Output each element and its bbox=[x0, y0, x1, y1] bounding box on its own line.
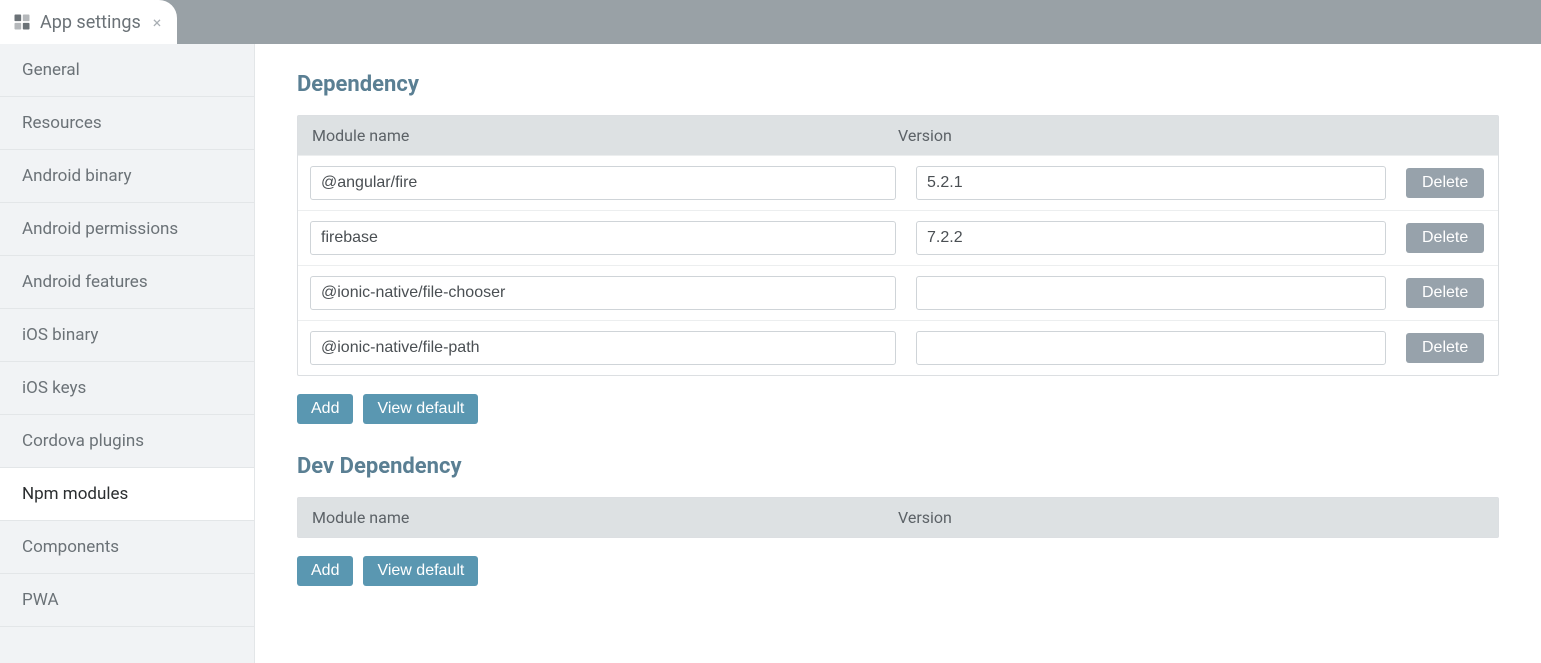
close-icon[interactable]: × bbox=[153, 13, 162, 32]
add-button[interactable]: Add bbox=[297, 394, 353, 424]
sidebar: GeneralResourcesAndroid binaryAndroid pe… bbox=[0, 44, 255, 663]
module-version-input[interactable] bbox=[916, 221, 1386, 255]
dependency-table-header: Module name Version bbox=[298, 116, 1498, 155]
module-version-input[interactable] bbox=[916, 276, 1386, 310]
col-header-name: Module name bbox=[298, 116, 884, 155]
tab-title: App settings bbox=[40, 12, 141, 33]
table-row: Delete bbox=[298, 155, 1498, 210]
sidebar-item-ios-keys[interactable]: iOS keys bbox=[0, 362, 254, 415]
cell-name bbox=[310, 166, 896, 200]
cell-name bbox=[310, 276, 896, 310]
cell-name bbox=[310, 221, 896, 255]
delete-button[interactable]: Delete bbox=[1406, 333, 1484, 363]
view-default-button[interactable]: View default bbox=[363, 556, 478, 586]
cell-name bbox=[310, 331, 896, 365]
dev-dependency-table-header: Module name Version bbox=[298, 498, 1498, 537]
topbar: App settings × bbox=[0, 0, 1541, 44]
module-version-input[interactable] bbox=[916, 331, 1386, 365]
sidebar-item-android-permissions[interactable]: Android permissions bbox=[0, 203, 254, 256]
sidebar-item-resources[interactable]: Resources bbox=[0, 97, 254, 150]
section-title-dependency: Dependency bbox=[297, 72, 1499, 97]
cell-action: Delete bbox=[1406, 278, 1506, 308]
col-header-version: Version bbox=[884, 498, 1498, 537]
module-name-input[interactable] bbox=[310, 331, 896, 365]
col-header-version: Version bbox=[884, 116, 1498, 155]
module-name-input[interactable] bbox=[310, 221, 896, 255]
cell-action: Delete bbox=[1406, 168, 1506, 198]
sidebar-item-general[interactable]: General bbox=[0, 44, 254, 97]
cell-version bbox=[916, 331, 1386, 365]
cell-version bbox=[916, 276, 1386, 310]
col-header-name: Module name bbox=[298, 498, 884, 537]
cell-action: Delete bbox=[1406, 333, 1506, 363]
sidebar-item-npm-modules[interactable]: Npm modules bbox=[0, 468, 254, 521]
delete-button[interactable]: Delete bbox=[1406, 223, 1484, 253]
module-name-input[interactable] bbox=[310, 166, 896, 200]
sidebar-item-components[interactable]: Components bbox=[0, 521, 254, 574]
cell-action: Delete bbox=[1406, 223, 1506, 253]
section-title-dev-dependency: Dev Dependency bbox=[297, 454, 1499, 479]
sidebar-item-android-binary[interactable]: Android binary bbox=[0, 150, 254, 203]
dev-dependency-buttons: Add View default bbox=[297, 556, 1499, 586]
content: Dependency Module name Version Delete Del… bbox=[255, 44, 1541, 663]
delete-button[interactable]: Delete bbox=[1406, 278, 1484, 308]
view-default-button[interactable]: View default bbox=[363, 394, 478, 424]
module-name-input[interactable] bbox=[310, 276, 896, 310]
cell-version bbox=[916, 166, 1386, 200]
sidebar-item-cordova-plugins[interactable]: Cordova plugins bbox=[0, 415, 254, 468]
main-area: GeneralResourcesAndroid binaryAndroid pe… bbox=[0, 44, 1541, 663]
table-row: Delete bbox=[298, 320, 1498, 375]
dependency-buttons: Add View default bbox=[297, 394, 1499, 424]
sidebar-item-ios-binary[interactable]: iOS binary bbox=[0, 309, 254, 362]
module-version-input[interactable] bbox=[916, 166, 1386, 200]
settings-icon bbox=[12, 12, 32, 32]
dependency-table: Module name Version Delete Delete Delete De… bbox=[297, 115, 1499, 376]
add-button[interactable]: Add bbox=[297, 556, 353, 586]
table-row: Delete bbox=[298, 265, 1498, 320]
cell-version bbox=[916, 221, 1386, 255]
sidebar-item-pwa[interactable]: PWA bbox=[0, 574, 254, 627]
dev-dependency-table: Module name Version bbox=[297, 497, 1499, 538]
sidebar-item-android-features[interactable]: Android features bbox=[0, 256, 254, 309]
delete-button[interactable]: Delete bbox=[1406, 168, 1484, 198]
table-row: Delete bbox=[298, 210, 1498, 265]
tab-app-settings[interactable]: App settings × bbox=[0, 0, 177, 44]
